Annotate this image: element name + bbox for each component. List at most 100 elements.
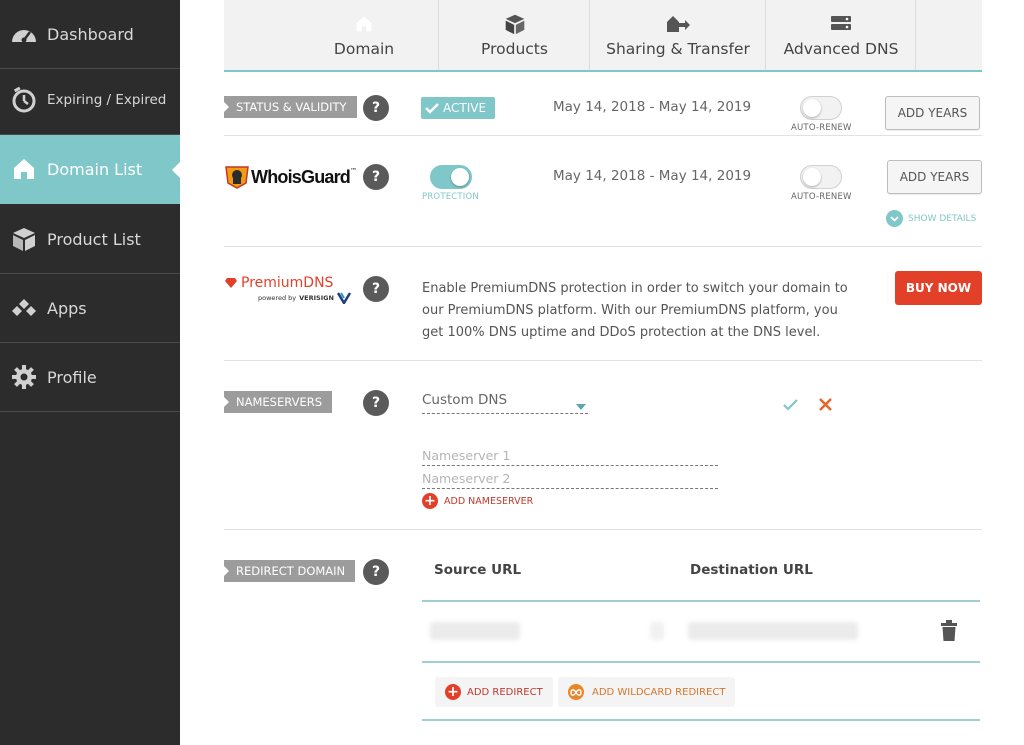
- auto-renew-toggle[interactable]: [800, 165, 842, 189]
- divider: [224, 135, 982, 136]
- check-icon: [425, 102, 439, 114]
- sidebar-item-label: Profile: [47, 367, 97, 387]
- premiumdns-description: Enable PremiumDNS protection in order to…: [422, 281, 848, 340]
- auto-renew-label: AUTO-RENEW: [791, 192, 852, 202]
- chevron-down-icon: [886, 210, 903, 227]
- timer-icon: [0, 87, 47, 113]
- help-icon[interactable]: ?: [363, 559, 389, 585]
- tab-domain[interactable]: Domain: [290, 0, 439, 70]
- protection-label: PROTECTION: [422, 192, 479, 202]
- server-icon: [829, 12, 853, 36]
- whoisguard-dates: May 14, 2018 - May 14, 2019: [553, 168, 752, 184]
- whoisguard-logo-text: WhoisGuard: [251, 166, 351, 187]
- sidebar-item-apps[interactable]: Apps: [0, 274, 180, 343]
- sidebar-item-label: Product List: [47, 229, 141, 249]
- auto-renew-toggle[interactable]: [800, 96, 842, 120]
- diamond-icon: [224, 277, 238, 289]
- add-wildcard-text: ADD WILDCARD REDIRECT: [592, 686, 726, 698]
- tab-advanced-dns[interactable]: Advanced DNS: [767, 0, 916, 70]
- caret-down-icon: [576, 398, 586, 414]
- status-badge-text: ACTIVE: [443, 101, 487, 115]
- table-divider: [422, 661, 980, 663]
- transfer-icon: [666, 12, 690, 36]
- nameserver-2-input[interactable]: [422, 469, 718, 489]
- home-icon: [0, 157, 47, 181]
- tab-bar: Domain Products Sharing & Transfer Advan…: [224, 0, 982, 72]
- sidebar-item-label: Domain List: [47, 159, 143, 179]
- sidebar-item-dashboard[interactable]: Dashboard: [0, 0, 180, 69]
- source-url-field[interactable]: [430, 622, 520, 640]
- destination-url-field[interactable]: [688, 622, 858, 640]
- status-badge: ACTIVE: [421, 97, 495, 119]
- protection-toggle[interactable]: [430, 165, 472, 189]
- status-validity-label: STATUS & VALIDITY: [224, 96, 357, 118]
- sidebar-item-domain-list[interactable]: Domain List: [0, 135, 181, 204]
- plus-icon: +: [445, 684, 461, 700]
- show-details-link[interactable]: SHOW DETAILS: [886, 210, 976, 227]
- gear-icon: [0, 364, 47, 390]
- tab-products[interactable]: Products: [440, 0, 590, 70]
- divider: [224, 529, 982, 530]
- home-icon: [355, 12, 373, 36]
- verisign-check-icon: [336, 292, 351, 304]
- toggle-knob: [451, 168, 469, 186]
- help-icon[interactable]: ?: [363, 276, 389, 302]
- add-wildcard-redirect-button[interactable]: ADD WILDCARD REDIRECT: [558, 677, 736, 707]
- buy-now-button[interactable]: BUY NOW: [895, 271, 982, 305]
- tab-label: Sharing & Transfer: [606, 40, 750, 58]
- auto-renew-label: AUTO-RENEW: [791, 123, 852, 133]
- table-divider: [422, 719, 980, 721]
- add-years-button[interactable]: ADD YEARS: [887, 160, 982, 194]
- sidebar-item-label: Dashboard: [47, 24, 134, 44]
- premiumdns-logo: PremiumDNS powered by VERISIGN: [224, 275, 359, 304]
- powered-by-text: powered by: [258, 294, 297, 302]
- box-icon: [504, 12, 526, 36]
- sidebar: Dashboard Expiring / Expired Domain List…: [0, 0, 181, 745]
- help-icon[interactable]: ?: [363, 95, 389, 121]
- redirect-domain-label: REDIRECT DOMAIN: [224, 560, 356, 582]
- add-redirect-button[interactable]: + ADD REDIRECT: [435, 677, 553, 707]
- tab-label: Advanced DNS: [783, 40, 899, 58]
- validity-dates: May 14, 2018 - May 14, 2019: [553, 99, 752, 115]
- sidebar-item-label: Expiring / Expired: [47, 92, 167, 108]
- divider: [224, 360, 982, 361]
- cancel-close-icon[interactable]: [819, 396, 832, 415]
- whoisguard-logo: WhoisGuard ™: [224, 165, 357, 189]
- premiumdns-logo-text: PremiumDNS: [241, 275, 334, 291]
- dashboard-icon: [0, 23, 47, 45]
- toggle-knob: [803, 168, 821, 186]
- sidebar-item-label: Apps: [47, 298, 87, 318]
- add-redirect-text: ADD REDIRECT: [467, 686, 543, 698]
- toggle-knob: [803, 99, 821, 117]
- confirm-check-icon[interactable]: [783, 396, 798, 415]
- sidebar-item-profile[interactable]: Profile: [0, 343, 180, 412]
- dns-type-select[interactable]: Custom DNS: [422, 392, 588, 414]
- help-icon[interactable]: ?: [363, 164, 389, 190]
- arrow-separator: [650, 622, 664, 640]
- tab-sharing-transfer[interactable]: Sharing & Transfer: [591, 0, 766, 70]
- sidebar-item-product-list[interactable]: Product List: [0, 205, 180, 274]
- add-nameserver-button[interactable]: + ADD NAMESERVER: [422, 493, 533, 509]
- sidebar-item-expiring[interactable]: Expiring / Expired: [0, 66, 180, 135]
- show-details-text: SHOW DETAILS: [908, 213, 977, 224]
- table-divider: [422, 600, 980, 602]
- verisign-text: VERISIGN: [299, 294, 334, 302]
- plus-icon: +: [422, 493, 438, 509]
- add-years-button[interactable]: ADD YEARS: [885, 96, 980, 130]
- tab-label: Domain: [333, 40, 395, 58]
- apps-icon: [0, 298, 47, 318]
- divider: [224, 246, 982, 247]
- destination-url-header: Destination URL: [690, 562, 813, 578]
- nameservers-label: NAMESERVERS: [224, 391, 333, 413]
- whoisguard-logo-tm: ™: [350, 167, 357, 175]
- source-url-header: Source URL: [434, 562, 522, 578]
- help-icon[interactable]: ?: [363, 390, 389, 416]
- tab-label: Products: [481, 40, 548, 58]
- trash-icon[interactable]: [940, 620, 958, 646]
- shield-icon: [224, 165, 250, 189]
- infinity-icon: [568, 684, 584, 700]
- dns-type-value: Custom DNS: [422, 392, 508, 408]
- add-nameserver-text: ADD NAMESERVER: [444, 495, 534, 507]
- box-icon: [0, 226, 47, 252]
- nameserver-1-input[interactable]: [422, 446, 718, 466]
